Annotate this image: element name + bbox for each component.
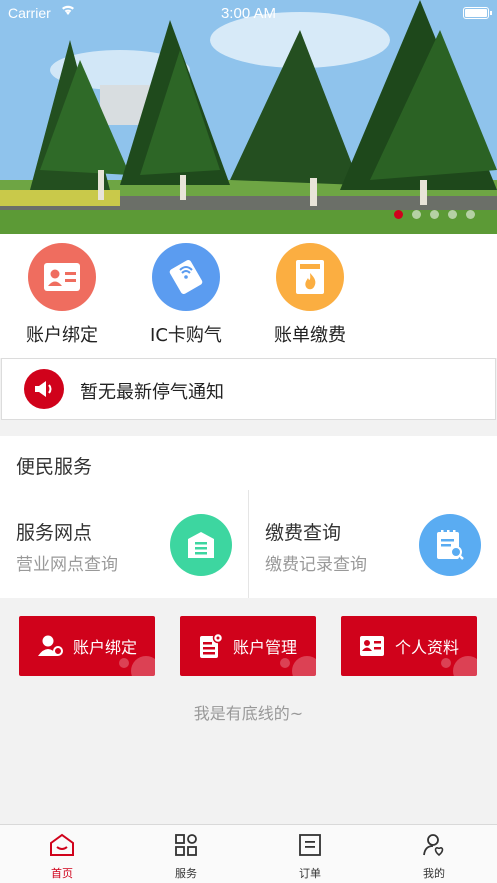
banner-image [0, 0, 497, 234]
app-screen: Carrier 3:00 AM 账户绑定 IC卡购气 账单缴费 暂无最新停气通知… [0, 0, 497, 883]
service-desc: 营业网点查询 [16, 555, 118, 575]
status-time: 3:00 AM [220, 5, 277, 22]
user-bind-icon [37, 634, 63, 658]
convenience-services: 便民服务 服务网点 营业网点查询 缴费查询 缴费记录查询 [0, 436, 497, 598]
tab-label: 服务 [175, 867, 197, 880]
status-bar: Carrier 3:00 AM [0, 0, 497, 26]
payment-record-icon [419, 514, 481, 576]
carousel-dot[interactable] [412, 210, 421, 219]
tab-home[interactable]: 首页 [0, 833, 124, 881]
account-manage-icon [199, 633, 223, 659]
tab-me[interactable]: 我的 [372, 833, 496, 881]
tab-label: 首页 [51, 867, 73, 880]
decor-bubble [119, 658, 129, 668]
decor-bubble [131, 656, 155, 676]
ic-card-icon [152, 243, 220, 311]
service-card-outlets[interactable]: 服务网点 营业网点查询 [0, 490, 248, 598]
services-grid-icon [174, 834, 198, 861]
notice-text: 暂无最新停气通知 [80, 382, 224, 403]
carousel-dot[interactable] [448, 210, 457, 219]
carousel-dot[interactable] [466, 210, 475, 219]
outage-notice[interactable]: 暂无最新停气通知 [1, 358, 496, 420]
quick-action-account-bind[interactable]: 账户绑定 [2, 243, 122, 347]
tab-bar: 首页 服务 订单 我的 [0, 824, 497, 883]
carousel-dots [394, 210, 475, 219]
quick-action-bill-pay[interactable]: 账单缴费 [250, 243, 370, 347]
home-icon [49, 833, 75, 861]
carousel-dot[interactable] [430, 210, 439, 219]
tab-label: 我的 [423, 867, 445, 880]
service-name: 服务网点 [16, 522, 93, 544]
button-label: 账户绑定 [72, 638, 137, 657]
tab-label: 订单 [299, 867, 321, 880]
service-card-payment-query[interactable]: 缴费查询 缴费记录查询 [249, 490, 497, 598]
quick-action-label: 账户绑定 [26, 325, 98, 346]
tab-services[interactable]: 服务 [124, 833, 248, 881]
decor-bubble [280, 658, 290, 668]
quick-actions: 账户绑定 IC卡购气 账单缴费 [0, 234, 497, 358]
quick-action-label: IC卡购气 [150, 325, 222, 346]
profile-card-icon [359, 635, 385, 657]
quick-action-label: 账单缴费 [274, 325, 346, 346]
end-of-list-text: 我是有底线的~ [193, 704, 304, 723]
bill-fire-icon [276, 243, 344, 311]
outlet-icon [170, 514, 232, 576]
banner-carousel[interactable]: Carrier 3:00 AM [0, 0, 497, 234]
service-name: 缴费查询 [265, 522, 342, 544]
tab-orders[interactable]: 订单 [248, 833, 372, 881]
account-bind-button[interactable]: 账户绑定 [19, 616, 155, 676]
id-card-icon [28, 243, 96, 311]
button-label: 个人资料 [394, 638, 459, 657]
me-icon [422, 834, 446, 861]
megaphone-icon [24, 369, 64, 409]
battery-icon [463, 7, 492, 19]
account-manage-button[interactable]: 账户管理 [180, 616, 316, 676]
decor-bubble [292, 656, 316, 676]
decor-bubble [441, 658, 451, 668]
quick-action-ic-card[interactable]: IC卡购气 [126, 243, 246, 347]
profile-button[interactable]: 个人资料 [341, 616, 477, 676]
carousel-dot[interactable] [394, 210, 403, 219]
button-label: 账户管理 [232, 638, 297, 657]
decor-bubble [453, 656, 477, 676]
section-title: 便民服务 [16, 456, 93, 478]
orders-icon [298, 834, 322, 861]
service-desc: 缴费记录查询 [265, 555, 367, 575]
